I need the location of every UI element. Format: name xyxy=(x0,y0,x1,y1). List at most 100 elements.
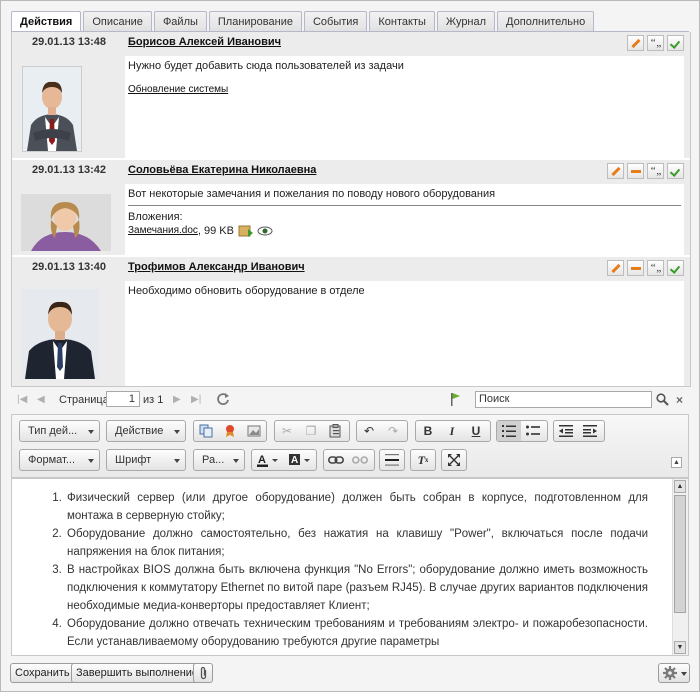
collapse-toolbar-icon[interactable]: ▲ xyxy=(671,457,682,468)
insert-group xyxy=(193,420,267,442)
scroll-down-icon[interactable]: ▼ xyxy=(674,641,686,654)
edit-icon[interactable] xyxy=(607,163,624,179)
prev-page-icon[interactable]: ◀ xyxy=(37,394,45,405)
search-icon[interactable] xyxy=(656,393,669,406)
action-entry: 29.01.13 13:40 Трофимов Александр Иванов… xyxy=(12,257,690,386)
entry-body: Нужно будет добавить сюда пользователей … xyxy=(125,56,684,158)
quote-icon[interactable]: “ „ xyxy=(647,35,664,51)
unlink-icon[interactable] xyxy=(348,450,372,470)
tab-actions[interactable]: Действия xyxy=(11,11,82,32)
link-icon[interactable] xyxy=(324,450,348,470)
edit-icon[interactable] xyxy=(607,260,624,276)
tab-additional[interactable]: Дополнительно xyxy=(497,11,595,31)
attachments-label: Вложения: xyxy=(128,211,183,223)
list-item: В настройках BIOS должна быть включена ф… xyxy=(65,561,648,615)
finish-execution-button[interactable]: Завершить выполнение xyxy=(71,663,204,683)
indent-group xyxy=(553,420,605,442)
approve-icon[interactable] xyxy=(667,35,684,51)
text-color-icon[interactable]: A xyxy=(252,450,284,470)
copy-action-icon[interactable] xyxy=(194,421,218,441)
image-icon[interactable] xyxy=(242,421,266,441)
edit-icon[interactable] xyxy=(627,35,644,51)
tab-journal[interactable]: Журнал xyxy=(436,11,496,31)
svg-text:A: A xyxy=(258,454,266,466)
flag-icon[interactable] xyxy=(449,392,461,406)
copy-icon[interactable]: ❐ xyxy=(299,421,323,441)
format-dropdown[interactable]: Формат... xyxy=(19,449,100,471)
avatar xyxy=(21,289,99,379)
scrollbar-thumb[interactable] xyxy=(674,495,686,613)
clear-search-icon[interactable]: × xyxy=(676,393,683,407)
entry-actions: “ „ xyxy=(627,35,684,51)
entry-date: 29.01.13 13:42 xyxy=(32,164,107,176)
scroll-up-icon[interactable]: ▲ xyxy=(674,480,686,493)
font-size-dropdown[interactable]: Ра... xyxy=(193,449,245,471)
quote-icon[interactable]: “ „ xyxy=(647,163,664,179)
delete-icon[interactable] xyxy=(627,163,644,179)
first-page-icon[interactable]: |◀ xyxy=(17,394,27,405)
tab-contacts[interactable]: Контакты xyxy=(369,11,435,31)
entry-text: Необходимо обновить оборудование в отдел… xyxy=(128,285,365,297)
entry-author[interactable]: Трофимов Александр Иванович xyxy=(128,261,305,273)
color-group: A A xyxy=(251,449,317,471)
settings-menu-button[interactable] xyxy=(658,663,690,683)
font-dropdown[interactable]: Шрифт xyxy=(106,449,186,471)
approve-icon[interactable] xyxy=(667,260,684,276)
editor-scrollbar[interactable]: ▲ ▼ xyxy=(672,479,688,655)
tab-strip: Действия Описание Файлы Планирование Соб… xyxy=(11,11,596,32)
next-page-icon[interactable]: ▶ xyxy=(173,394,181,405)
cut-icon[interactable]: ✂ xyxy=(275,421,299,441)
entry-author[interactable]: Соловьёва Екатерина Николаевна xyxy=(128,164,316,176)
tab-events[interactable]: События xyxy=(303,11,368,31)
preview-eye-icon[interactable] xyxy=(257,225,273,237)
bold-icon[interactable]: B xyxy=(416,421,440,441)
outdent-icon[interactable] xyxy=(554,421,578,441)
paperclip-icon xyxy=(194,664,212,680)
tab-description[interactable]: Описание xyxy=(83,11,152,31)
award-icon[interactable] xyxy=(218,421,242,441)
entry-date: 29.01.13 13:40 xyxy=(32,261,107,273)
paste-icon[interactable] xyxy=(323,421,347,441)
svg-text:A: A xyxy=(291,455,298,466)
numbered-list-icon[interactable] xyxy=(497,421,521,441)
undo-icon[interactable]: ↶ xyxy=(357,421,381,441)
attachment-size: , 99 KB xyxy=(197,225,234,237)
action-dropdown[interactable]: Действие xyxy=(106,420,186,442)
quote-icon[interactable]: “ „ xyxy=(647,260,664,276)
attachment-file-link[interactable]: Замечания.doc xyxy=(128,224,198,238)
editor-content[interactable]: Физический сервер (или другое оборудован… xyxy=(11,478,689,656)
attach-button[interactable] xyxy=(193,663,213,683)
highlight-color-icon[interactable]: A xyxy=(284,450,316,470)
attachment-separator xyxy=(128,205,681,206)
indent-icon[interactable] xyxy=(578,421,602,441)
fullscreen-icon[interactable] xyxy=(442,450,466,470)
entry-text: Нужно будет добавить сюда пользователей … xyxy=(128,60,404,72)
approve-icon[interactable] xyxy=(667,163,684,179)
avatar xyxy=(22,66,82,152)
refresh-icon[interactable] xyxy=(216,392,230,406)
page-number-input[interactable]: 1 xyxy=(106,391,140,407)
action-type-dropdown[interactable]: Тип дей... xyxy=(19,420,100,442)
underline-icon[interactable]: U xyxy=(464,421,488,441)
bullet-list-icon[interactable] xyxy=(521,421,545,441)
horizontal-rule-icon[interactable] xyxy=(380,450,404,470)
text-style-group: B I U xyxy=(415,420,491,442)
tab-files[interactable]: Файлы xyxy=(153,11,207,31)
entry-body: Необходимо обновить оборудование в отдел… xyxy=(125,281,684,386)
last-page-icon[interactable]: ▶| xyxy=(191,394,201,405)
delete-icon[interactable] xyxy=(627,260,644,276)
italic-icon[interactable]: I xyxy=(440,421,464,441)
clipboard-group: ✂ ❐ xyxy=(274,420,350,442)
save-button[interactable]: Сохранить xyxy=(10,663,75,683)
link-group xyxy=(323,449,375,471)
clear-format-icon[interactable]: Tx xyxy=(411,450,435,470)
related-task-link[interactable]: Обновление системы xyxy=(128,83,681,97)
redo-icon[interactable]: ↷ xyxy=(381,421,405,441)
download-icon[interactable] xyxy=(238,224,254,238)
entry-author[interactable]: Борисов Алексей Иванович xyxy=(128,36,281,48)
tab-planning[interactable]: Планирование xyxy=(208,11,302,31)
search-input[interactable]: Поиск xyxy=(475,391,652,408)
chevron-down-icon xyxy=(681,672,687,676)
task-window: Действия Описание Файлы Планирование Соб… xyxy=(0,0,700,692)
gear-icon xyxy=(663,666,677,680)
